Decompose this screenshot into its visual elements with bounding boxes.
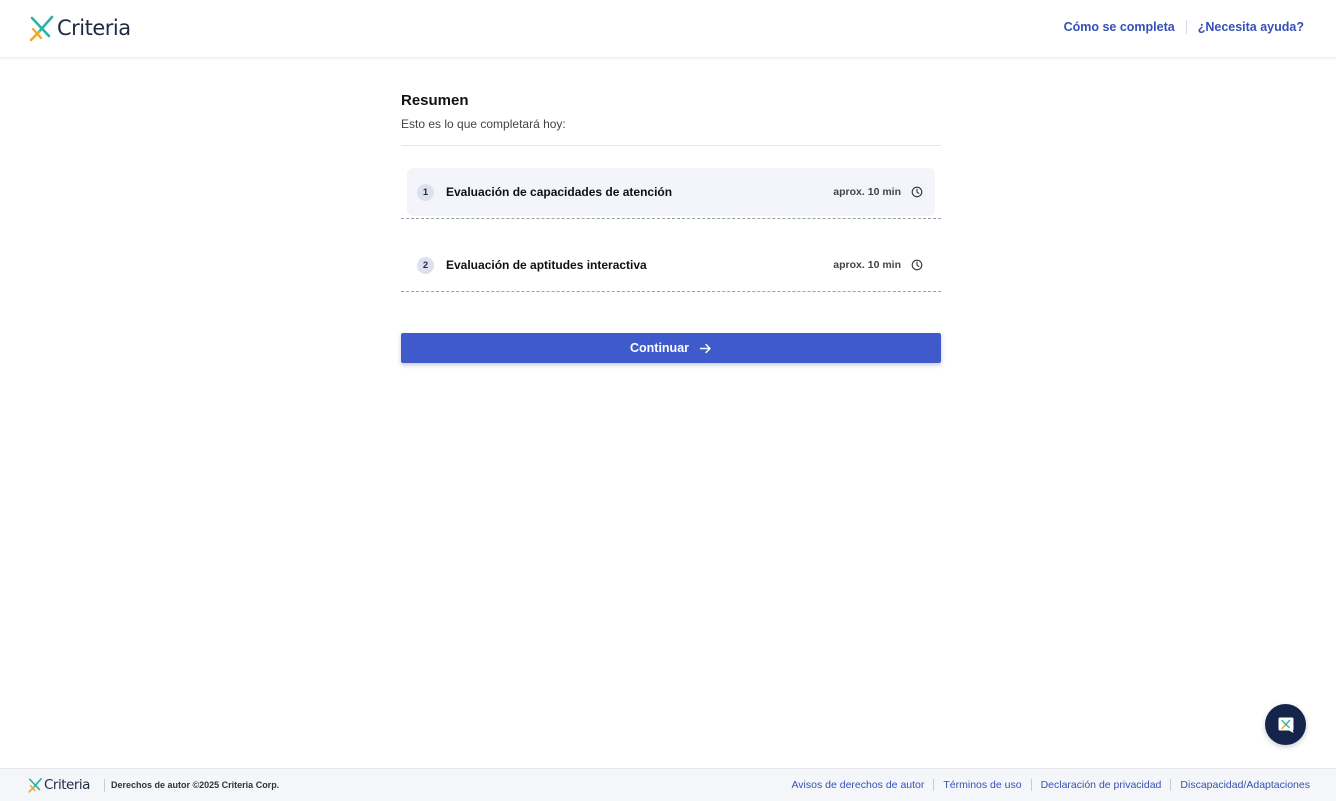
footer-link-divider (933, 779, 935, 791)
footer-link-divider (1030, 779, 1032, 791)
header-divider (1185, 20, 1187, 34)
how-to-complete-link[interactable]: Cómo se completa (1064, 20, 1175, 34)
need-help-link[interactable]: ¿Necesita ayuda? (1198, 20, 1304, 34)
clock-icon (911, 186, 923, 198)
task-duration: aprox. 10 min (833, 186, 901, 198)
footer-criteria-logo: Criteria (28, 777, 90, 793)
continue-button-label: Continuar (629, 341, 690, 355)
page-footer: Criteria Derechos de autor ©2025 Criteri… (0, 768, 1336, 801)
footer-link-divider (1170, 779, 1172, 791)
header-nav: Cómo se completa ¿Necesita ayuda? (1064, 20, 1304, 34)
continue-button[interactable]: Continuar (401, 333, 941, 363)
footer-brand-name: Criteria (44, 777, 90, 793)
task-row: 2 Evaluación de aptitudes interactiva ap… (401, 219, 941, 292)
task-card: 1 Evaluación de capacidades de atención … (407, 168, 935, 216)
task-duration: aprox. 10 min (833, 259, 901, 271)
criteria-logo-icon (29, 15, 54, 42)
task-name: Evaluación de capacidades de atención (446, 185, 673, 199)
task-row: 1 Evaluación de capacidades de atención … (401, 146, 941, 219)
page-title: Resumen (401, 92, 469, 109)
terms-of-use-link[interactable]: Términos de uso (943, 779, 1021, 791)
task-name: Evaluación de aptitudes interactiva (446, 258, 647, 272)
task-number-badge: 2 (417, 256, 434, 274)
clock-icon (911, 259, 923, 271)
privacy-statement-link[interactable]: Declaración de privacidad (1041, 779, 1162, 791)
copyright-text: Derechos de autor ©2025 Criteria Corp. (111, 780, 280, 790)
criteria-logo[interactable]: Criteria (29, 13, 131, 43)
criteria-logo-icon (28, 777, 43, 793)
top-header: Criteria Cómo se completa ¿Necesita ayud… (0, 0, 1336, 58)
task-card: 2 Evaluación de aptitudes interactiva ap… (407, 241, 935, 289)
footer-nav: Avisos de derechos de autor Términos de … (791, 779, 1310, 791)
page-subtitle: Esto es lo que completará hoy: (401, 117, 566, 131)
arrow-right-icon (699, 343, 711, 353)
chat-widget-button[interactable] (1265, 704, 1306, 745)
chat-widget-icon (1278, 717, 1293, 733)
accessibility-link[interactable]: Discapacidad/Adaptaciones (1180, 779, 1310, 791)
copyright-notices-link[interactable]: Avisos de derechos de autor (791, 779, 924, 791)
task-number-badge: 1 (417, 183, 434, 201)
footer-divider (104, 779, 105, 792)
brand-name: Criteria (57, 16, 131, 40)
summary-panel: Resumen Esto es lo que completará hoy: 1… (401, 88, 941, 292)
